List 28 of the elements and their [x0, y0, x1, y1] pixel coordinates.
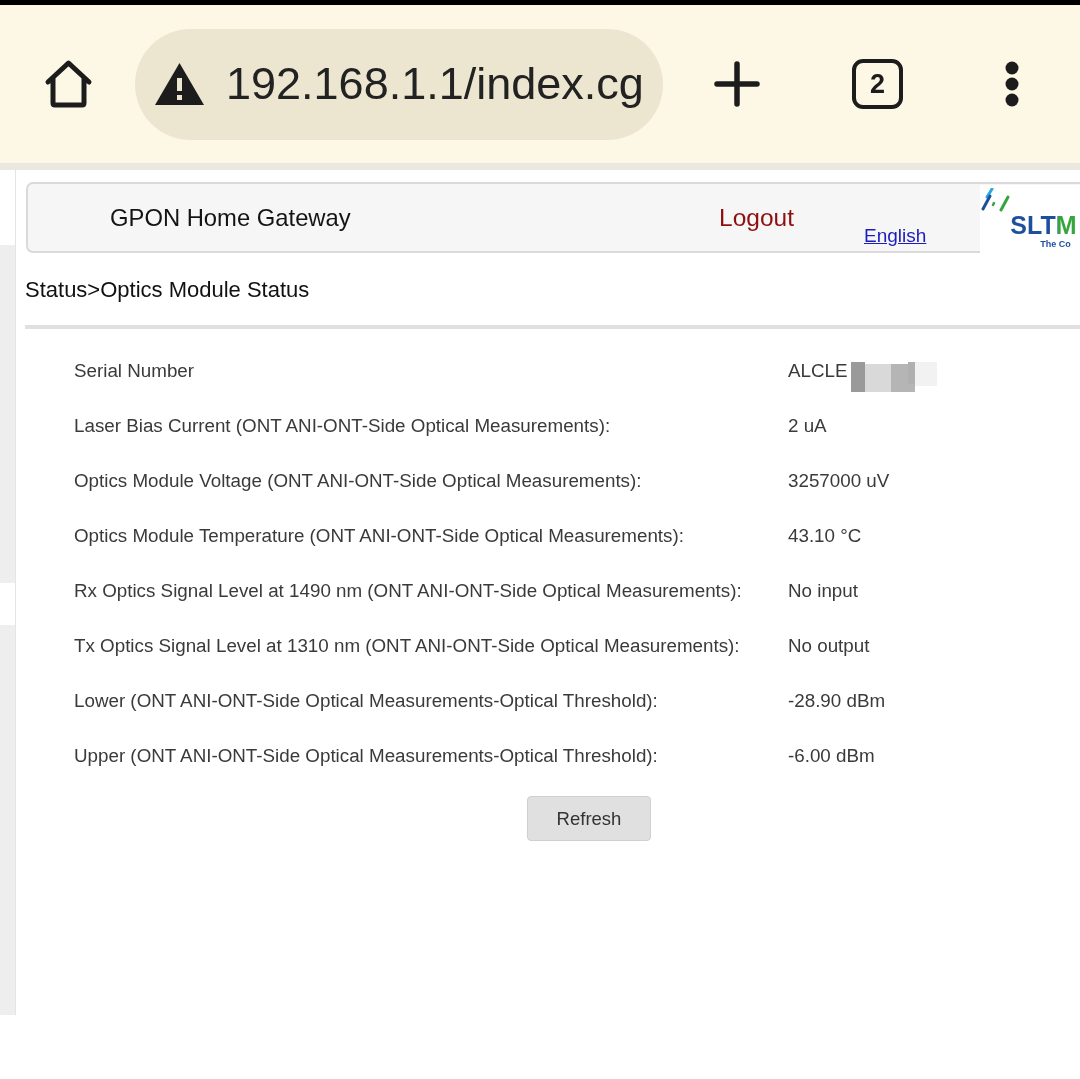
field-label: Lower (ONT ANI-ONT-Side Optical Measurements-Optical Threshold): [74, 689, 659, 712]
field-label: Serial Number [74, 359, 196, 382]
tab-switcher-button[interactable]: 2 [852, 59, 903, 109]
field-label: Upper (ONT ANI-ONT-Side Optical Measurements-Optical Threshold): [74, 744, 659, 767]
field-value: No input [788, 579, 858, 602]
refresh-button[interactable]: Refresh [527, 796, 651, 841]
breadcrumb: Status>Optics Module Status [25, 278, 311, 302]
logo-tagline: The Co [1040, 240, 1071, 249]
field-value: 43.10 °C [788, 524, 862, 547]
field-value: No output [788, 634, 870, 657]
field-value: 2 uA [788, 414, 827, 437]
language-link[interactable]: English [864, 225, 927, 247]
field-label: Laser Bias Current (ONT ANI-ONT-Side Optical Measurements): [74, 414, 612, 437]
warning-icon [154, 62, 205, 106]
logout-link[interactable]: Logout [719, 203, 864, 232]
field-label: Optics Module Voltage (ONT ANI-ONT-Side Optical Measurements): [74, 469, 643, 492]
site-title: GPON Home Gateway [110, 203, 352, 232]
field-value: -6.00 dBm [788, 744, 875, 767]
field-value: 3257000 uV [788, 469, 890, 492]
url-field[interactable]: 192.168.1.1/index.cg [135, 28, 663, 140]
menu-button[interactable] [1004, 61, 1020, 107]
field-label: Tx Optics Signal Level at 1310 nm (ONT ANI-ONT-Side Optical Measurements): [74, 634, 741, 657]
field-value: ALCLE [788, 359, 848, 382]
new-tab-button[interactable] [714, 61, 760, 107]
field-value: -28.90 dBm [788, 689, 886, 712]
field-label: Optics Module Temperature (ONT ANI-ONT-Side Optical Measurements): [74, 524, 685, 547]
field-label: Rx Optics Signal Level at 1490 nm (ONT ANI-ONT-Side Optical Measurements): [74, 579, 743, 602]
slashes-logo-icon [980, 188, 1012, 213]
